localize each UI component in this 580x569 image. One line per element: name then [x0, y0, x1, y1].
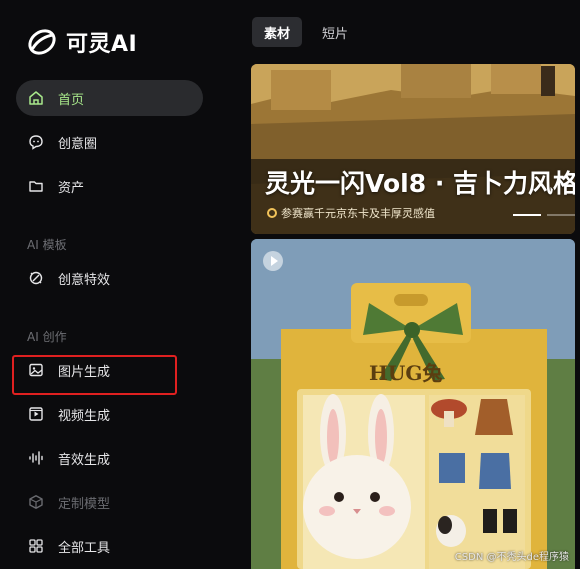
brand-logo[interactable]: 可灵AI [26, 26, 137, 58]
sidebar-item-label: 定制模型 [58, 496, 111, 512]
sidebar-item-label: 资产 [58, 180, 85, 196]
section-label-ai-template: AI 模板 [27, 238, 67, 252]
sound-wave-icon [29, 451, 43, 465]
sidebar-item-label: 创意圈 [58, 136, 98, 152]
banner-pager [513, 214, 575, 216]
chat-bubble-icon [29, 135, 43, 150]
box-label-text: HUG兔 [369, 361, 443, 385]
cube-icon [29, 495, 43, 509]
sidebar-item-label: 音效生成 [58, 452, 111, 468]
sidebar-item-all-tools[interactable]: 全部工具 [16, 528, 203, 564]
content-tabs: 素材 短片 [252, 17, 360, 47]
sidebar-item-label: 首页 [58, 92, 85, 108]
watermark-text: CSDN @不秃头de程序猿 [454, 552, 569, 563]
folder-icon [29, 181, 43, 192]
sidebar-item-image-generation[interactable]: 图片生成 [16, 352, 203, 388]
sidebar-item-label: 图片生成 [58, 364, 111, 380]
card-thumbnail-illustration [251, 239, 575, 569]
kling-logo-icon [28, 29, 56, 55]
play-icon[interactable] [263, 251, 283, 271]
home-icon [29, 91, 43, 105]
grid-icon [29, 539, 43, 553]
sidebar-item-label: 创意特效 [58, 272, 111, 288]
sidebar-item-sound-generation[interactable]: 音效生成 [16, 440, 203, 476]
section-label-ai-create: AI 创作 [27, 330, 67, 344]
pager-dot[interactable] [547, 214, 575, 216]
tab-materials[interactable]: 素材 [252, 17, 303, 47]
banner-subtitle-text: 参赛赢千元京东卡及丰厚灵感值 [281, 207, 435, 220]
banner-title: 灵光一闪Vol8 · 吉卜力风格大赏 [265, 169, 575, 198]
event-banner[interactable]: 灵光一闪Vol8 · 吉卜力风格大赏 参赛赢千元京东卡及丰厚灵感值 [251, 64, 575, 234]
main-content: 素材 短片 灵光一闪Vol8 · 吉卜力风格大赏 参赛赢千元京东卡及丰厚灵感值 [232, 0, 580, 569]
sidebar-item-custom-model[interactable]: 定制模型 [16, 484, 203, 520]
sidebar-item-home[interactable]: 首页 [16, 80, 203, 116]
sidebar-item-creative-effects[interactable]: 创意特效 [16, 260, 203, 296]
video-icon [29, 407, 43, 421]
image-icon [29, 363, 43, 377]
pager-dot[interactable] [513, 214, 541, 216]
sidebar-item-label: 视频生成 [58, 408, 111, 424]
sidebar-item-assets[interactable]: 资产 [16, 168, 203, 204]
magic-wand-icon [29, 271, 43, 285]
sidebar-item-video-generation[interactable]: 视频生成 [16, 396, 203, 432]
tab-short-films[interactable]: 短片 [310, 17, 360, 47]
sidebar-item-label: 全部工具 [58, 540, 111, 556]
coin-icon [267, 208, 277, 218]
brand-name: 可灵AI [66, 32, 138, 57]
material-card[interactable]: HUG兔 CSDN @不秃头de程序猿 [251, 239, 575, 569]
sidebar-item-creative-circle[interactable]: 创意圈 [16, 124, 203, 160]
banner-subtitle: 参赛赢千元京东卡及丰厚灵感值 [267, 205, 435, 221]
sidebar: 可灵AI 首页 创意圈 资产 AI 模板 创意特效 AI 创作 图片生成 视频生… [0, 0, 232, 569]
